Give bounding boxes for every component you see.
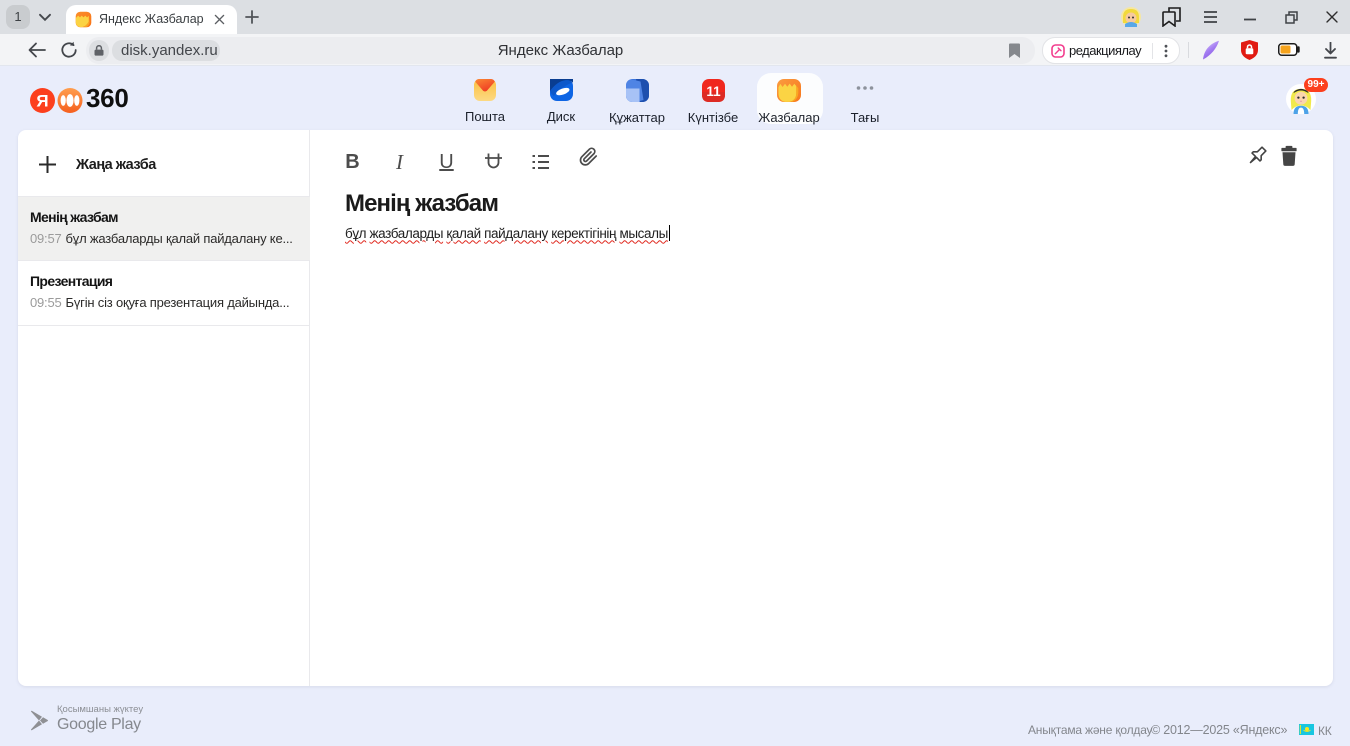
svg-text:11: 11 bbox=[706, 84, 721, 99]
svg-text:Я: Я bbox=[36, 92, 48, 111]
